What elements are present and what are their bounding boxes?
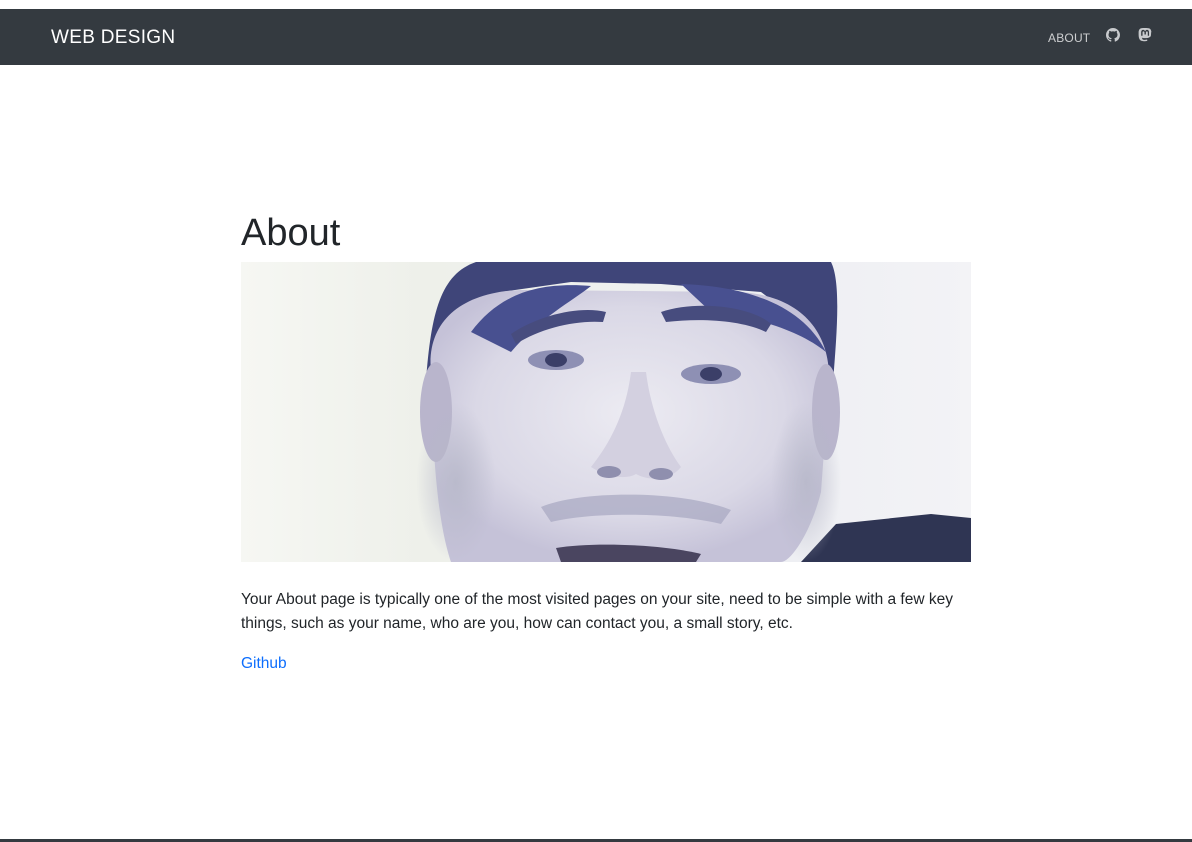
profile-photo — [241, 262, 971, 562]
site-brand[interactable]: WEB DESIGN — [51, 27, 175, 49]
github-icon[interactable] — [1106, 28, 1120, 42]
nav-link-about[interactable]: ABOUT — [1048, 31, 1090, 45]
page-title: About — [241, 212, 341, 254]
github-link[interactable]: Github — [241, 652, 287, 676]
navbar: WEB DESIGN ABOUT — [0, 9, 1192, 65]
about-intro-text: Your About page is typically one of the … — [241, 591, 953, 632]
main-content: About Your About page is typically one o… — [241, 210, 971, 672]
mastodon-icon[interactable] — [1138, 28, 1152, 42]
top-strip — [0, 0, 1192, 9]
